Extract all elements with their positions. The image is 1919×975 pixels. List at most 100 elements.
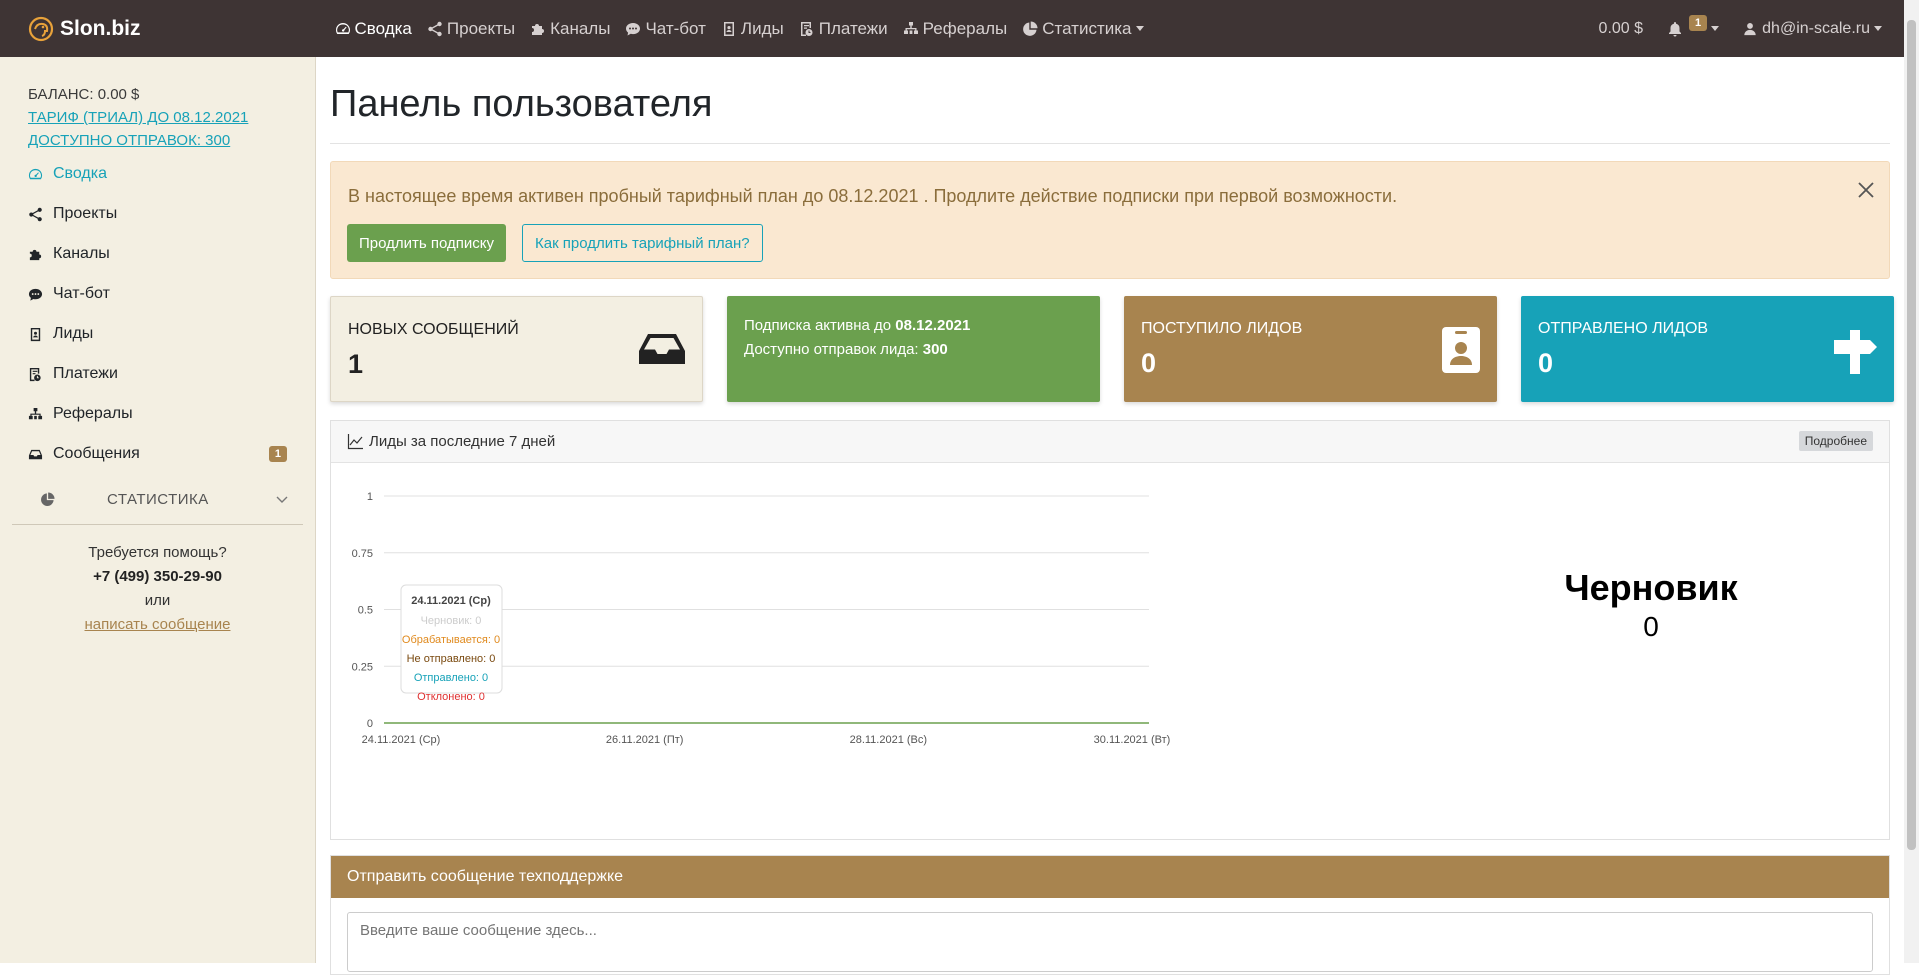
tooltip-row-processing: Обрабатывается: 0 bbox=[402, 634, 500, 646]
nav-link-channels[interactable]: Каналы bbox=[530, 19, 610, 39]
navbar-balance: 0.00 $ bbox=[1598, 19, 1644, 37]
subscription-line-2: Доступно отправок лида: 300 bbox=[744, 341, 948, 358]
signpost-icon bbox=[1834, 330, 1877, 374]
pie-icon bbox=[41, 491, 55, 506]
help-or: или bbox=[144, 592, 171, 609]
tooltip-row-draft: Черновик: 0 bbox=[421, 615, 482, 627]
subscription-prefix: Подписка активна до bbox=[744, 317, 896, 334]
y-tick-label: 0.75 bbox=[352, 548, 373, 560]
id-badge-icon bbox=[1442, 327, 1480, 373]
sidebar-item-label: Проекты bbox=[53, 205, 118, 222]
page-title: Панель пользователя bbox=[330, 83, 713, 125]
brand[interactable]: Slon.biz bbox=[28, 16, 141, 42]
y-tick-label: 1 bbox=[367, 491, 373, 503]
sidebar-item-projects[interactable]: Проекты bbox=[0, 194, 315, 234]
nav-link-label: Платежи bbox=[818, 18, 888, 38]
subscription-card: Подписка активна до 08.12.2021 Доступно … bbox=[727, 296, 1100, 402]
page-scrollbar[interactable] bbox=[1904, 0, 1919, 963]
nav-link-label: Статистика bbox=[1042, 18, 1132, 38]
extend-subscription-button[interactable]: Продлить подписку bbox=[347, 224, 506, 262]
gauge-icon bbox=[28, 168, 43, 179]
subscription-date: 08.12.2021 bbox=[895, 317, 971, 334]
nav-link-chatbot[interactable]: Чат-бот bbox=[625, 18, 706, 39]
sends-value: 300 bbox=[922, 341, 948, 358]
receipt-icon bbox=[800, 21, 813, 36]
sitemap-icon bbox=[28, 407, 43, 419]
user-menu[interactable]: dh@in-scale.ru bbox=[1743, 20, 1882, 38]
chat-icon bbox=[626, 22, 641, 35]
sidebar-item-chatbot[interactable]: Чат-бот bbox=[0, 274, 315, 314]
help-block: Требуется помощь? +7 (499) 350-29-90 или… bbox=[0, 541, 315, 637]
available-sends-link[interactable]: ДОСТУПНО ОТПРАВОК: 300 bbox=[28, 129, 315, 152]
support-panel: Отправить сообщение техподдержке bbox=[330, 855, 1890, 975]
trial-alert: В настоящее время активен пробный тарифн… bbox=[330, 161, 1890, 279]
nav-link-payments[interactable]: Платежи bbox=[799, 19, 888, 39]
close-icon[interactable] bbox=[1855, 179, 1877, 201]
support-title: Отправить сообщение техподдержке bbox=[331, 856, 1889, 898]
chevron-down-icon bbox=[1874, 26, 1882, 31]
support-message-input[interactable] bbox=[347, 912, 1873, 972]
nav-link-dashboard[interactable]: Сводка bbox=[335, 19, 412, 39]
help-text: Требуется помощь? bbox=[88, 544, 227, 561]
card-label: ПОСТУПИЛО ЛИДОВ bbox=[1141, 320, 1303, 337]
sidebar-item-referrals[interactable]: Рефералы bbox=[0, 394, 315, 434]
nav-link-projects[interactable]: Проекты bbox=[427, 19, 515, 39]
x-tick-label: 30.11.2021 (Вт) bbox=[1094, 734, 1171, 746]
draft-title: Черновик bbox=[1564, 567, 1738, 608]
sidebar-item-channels[interactable]: Каналы bbox=[0, 234, 315, 274]
y-tick-label: 0.5 bbox=[358, 605, 373, 617]
nav-link-referrals[interactable]: Рефералы bbox=[903, 19, 1007, 39]
leads-sent-card[interactable]: ОТПРАВЛЕНО ЛИДОВ 0 bbox=[1521, 296, 1894, 402]
draft-value: 0 bbox=[1643, 611, 1659, 642]
card-label: ОТПРАВЛЕНО ЛИДОВ bbox=[1538, 320, 1709, 337]
sidebar-item-messages[interactable]: Сообщения 1 bbox=[0, 434, 315, 474]
brand-name: Slon.biz bbox=[60, 16, 141, 40]
address-book-icon bbox=[723, 21, 734, 36]
sidebar-item-label: Сводка bbox=[53, 165, 108, 182]
sidebar-account-info: БАЛАНС: 0.00 $ ТАРИФ (ТРИАЛ) ДО 08.12.20… bbox=[0, 57, 315, 152]
details-button[interactable]: Подробнее bbox=[1798, 431, 1873, 451]
sidebar-statistics-toggle[interactable]: СТАТИСТИКА bbox=[12, 474, 303, 525]
sidebar-menu: Сводка Проекты Каналы Чат-бот Лиды Плате… bbox=[0, 154, 315, 474]
sidebar-item-label: Каналы bbox=[53, 245, 110, 262]
new-messages-card[interactable]: НОВЫХ СООБЩЕНИЙ 1 bbox=[330, 296, 703, 402]
pie-icon bbox=[1023, 21, 1038, 36]
puzzle-icon bbox=[29, 249, 42, 260]
nav-link-statistics[interactable]: Статистика bbox=[1022, 18, 1144, 39]
notification-count-badge: 1 bbox=[1689, 14, 1708, 31]
nav-link-label: Чат-бот bbox=[645, 18, 706, 38]
tooltip-row-not-sent: Не отправлено: 0 bbox=[407, 653, 496, 665]
leads-line-chart: 0 0.25 0.5 0.75 1 24.11.2021 (Ср) 26.11.2021 … bbox=[352, 491, 1171, 746]
line-chart-icon bbox=[347, 434, 363, 450]
nav-link-leads[interactable]: Лиды bbox=[721, 19, 784, 39]
statistics-label: СТАТИСТИКА bbox=[107, 490, 209, 508]
sidebar-item-payments[interactable]: Платежи bbox=[0, 354, 315, 394]
card-value: 0 bbox=[1141, 348, 1157, 378]
sidebar-item-label: Лиды bbox=[53, 325, 94, 342]
tooltip-row-sent: Отправлено: 0 bbox=[414, 672, 488, 684]
how-to-extend-button[interactable]: Как продлить тарифный план? bbox=[522, 224, 763, 262]
sidebar: БАЛАНС: 0.00 $ ТАРИФ (ТРИАЛ) ДО 08.12.20… bbox=[0, 57, 316, 963]
share-icon bbox=[29, 207, 42, 221]
y-tick-label: 0 bbox=[367, 718, 373, 730]
nav-link-label: Проекты bbox=[446, 18, 516, 38]
nav-link-label: Лиды bbox=[740, 18, 784, 38]
x-tick-label: 28.11.2021 (Вс) bbox=[850, 734, 927, 746]
leads-received-card[interactable]: ПОСТУПИЛО ЛИДОВ 0 bbox=[1124, 296, 1497, 402]
write-message-link[interactable]: написать сообщение bbox=[85, 616, 231, 633]
help-phone: +7 (499) 350-29-90 bbox=[93, 568, 222, 585]
chevron-down-icon bbox=[1135, 26, 1144, 31]
sends-prefix: Доступно отправок лида: bbox=[744, 341, 923, 358]
user-icon bbox=[1744, 22, 1756, 35]
tooltip-date: 24.11.2021 (Ср) bbox=[411, 595, 491, 607]
sidebar-item-leads[interactable]: Лиды bbox=[0, 314, 315, 354]
tariff-link[interactable]: ТАРИФ (ТРИАЛ) ДО 08.12.2021 bbox=[28, 106, 315, 129]
chevron-down-icon bbox=[1711, 26, 1720, 31]
scrollbar-thumb[interactable] bbox=[1907, 20, 1916, 850]
notifications-dropdown[interactable]: 1 bbox=[1667, 14, 1720, 37]
sidebar-item-label: Чат-бот bbox=[53, 285, 110, 302]
leads-chart-panel: Лиды за последние 7 дней Подробнее 0 0.25… bbox=[330, 420, 1890, 840]
sidebar-item-label: Платежи bbox=[53, 365, 118, 382]
sidebar-item-dashboard[interactable]: Сводка bbox=[0, 154, 315, 194]
main-nav: Сводка Проекты Каналы Чат-бот Лиды Плате… bbox=[335, 19, 1159, 39]
